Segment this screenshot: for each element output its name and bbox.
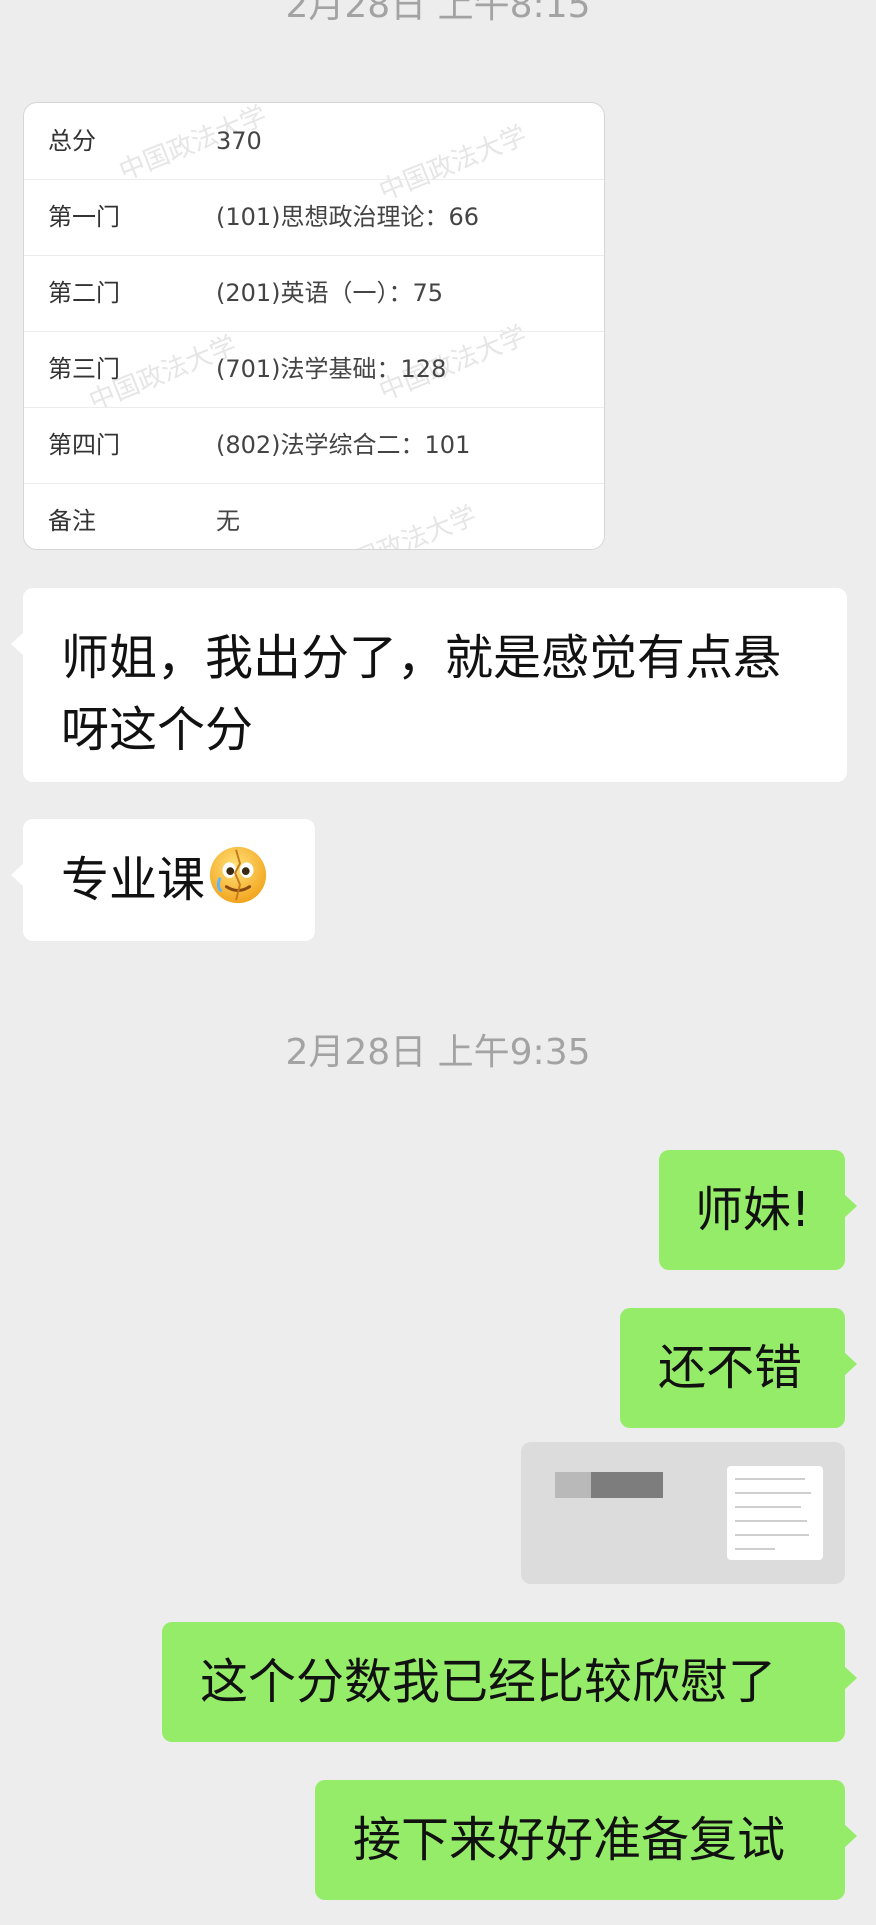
score-label: 总分	[48, 127, 96, 155]
score-label: 第一门	[48, 203, 120, 231]
redacted-block	[555, 1472, 591, 1498]
outgoing-message-bubble[interactable]: 接下来好好准备复试	[315, 1780, 857, 1900]
score-row-subject-1: 第一门 (101)思想政治理论：66	[24, 179, 604, 256]
score-label: 第三门	[48, 355, 120, 383]
score-row-subject-4: 第四门 (802)法学综合二：101	[24, 407, 604, 484]
thumbnail-line	[735, 1520, 807, 1522]
message-text: 专业课	[61, 852, 206, 908]
outgoing-message-bubble[interactable]: 师妹!	[659, 1150, 857, 1270]
score-row-total: 总分 370	[24, 103, 604, 180]
score-label: 备注	[48, 507, 96, 535]
outgoing-message-bubble[interactable]: 还不错	[620, 1308, 857, 1428]
thumbnail-line	[735, 1548, 775, 1550]
score-value: (201)英语（一）：75	[216, 279, 444, 307]
score-row-subject-3: 第三门 (701)法学基础：128	[24, 331, 604, 408]
redacted-block	[591, 1472, 663, 1498]
score-image-thumbnail	[727, 1466, 823, 1560]
timestamp-top: 2月28日 上午8:15	[285, 0, 591, 26]
chat-window: 2月28日 上午8:15 中国政法大学 中国政法大学 中国政法大学 中国政法大学…	[0, 0, 876, 1925]
timestamp-middle: 2月28日 上午9:35	[285, 1032, 591, 1073]
score-row-remark: 备注 无	[24, 483, 604, 549]
incoming-message-bubble[interactable]: 专业课	[11, 819, 315, 941]
outgoing-message-bubble[interactable]: 这个分数我已经比较欣慰了	[162, 1622, 857, 1742]
thumbnail-line	[735, 1478, 805, 1480]
score-label: 第二门	[48, 279, 120, 307]
score-row-subject-2: 第二门 (201)英语（一）：75	[24, 255, 604, 332]
thumbnail-line	[735, 1534, 809, 1536]
score-image-card[interactable]: 中国政法大学 中国政法大学 中国政法大学 中国政法大学 中国政法大学 总分 37…	[23, 102, 605, 550]
thumbnail-line	[735, 1492, 811, 1494]
score-value: 无	[216, 507, 240, 535]
crying-smile-emoji-icon	[209, 846, 267, 904]
score-value: 370	[216, 127, 262, 155]
score-value: (802)法学综合二：101	[216, 431, 471, 459]
score-value: (701)法学基础：128	[216, 355, 447, 383]
score-label: 第四门	[48, 431, 120, 459]
score-value: (101)思想政治理论：66	[216, 203, 480, 231]
incoming-message-bubble[interactable]: 师姐，我出分了，就是感觉有点悬 呀这个分	[11, 588, 847, 782]
thumbnail-line	[735, 1506, 801, 1508]
outgoing-image-message[interactable]	[521, 1442, 845, 1584]
